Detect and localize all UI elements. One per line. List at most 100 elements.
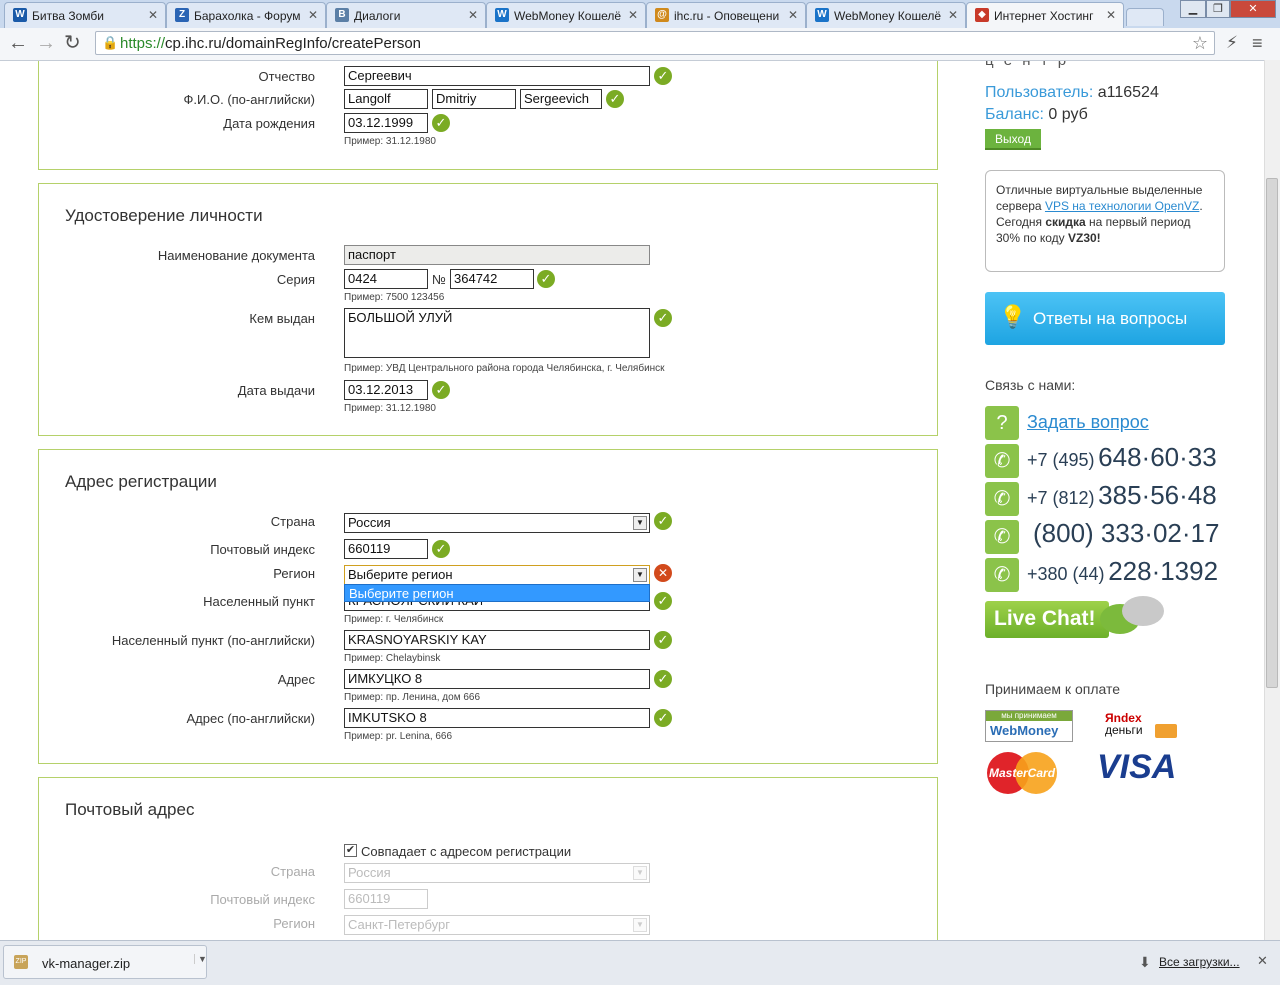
download-arrow-icon: ⬇: [1139, 954, 1151, 970]
promo-bold: скидка: [1045, 215, 1086, 229]
series-input[interactable]: 0424: [344, 269, 428, 289]
tab-strip: W Битва Зомби ✕ Z Барахолка - Форум ✕ В …: [0, 0, 1280, 28]
birth-date-input[interactable]: 03.12.1999: [344, 113, 428, 133]
browser-tab[interactable]: W WebMoney Кошелё ✕: [806, 2, 966, 28]
browser-tab[interactable]: W WebMoney Кошелё ✕: [486, 2, 646, 28]
tab-close-icon[interactable]: ✕: [1106, 8, 1116, 22]
maximize-icon[interactable]: ❐: [1206, 0, 1230, 18]
birth-date-label: Дата рождения: [223, 116, 315, 131]
country-select[interactable]: Россия ▼: [344, 513, 650, 533]
postal-country-label: Страна: [270, 864, 315, 879]
phone-icon: ✆: [985, 520, 1019, 554]
region-select[interactable]: Выберите регион ▼: [344, 565, 650, 585]
z-favicon-icon: Z: [175, 8, 189, 22]
browser-tab[interactable]: @ ihc.ru - Оповещени ✕: [646, 2, 806, 28]
dropdown-arrow-icon: ▼: [633, 516, 647, 530]
number-sign: №: [432, 272, 446, 287]
postal-section-title: Почтовый адрес: [65, 800, 195, 819]
yandex-logo-text: деньги: [1105, 723, 1143, 737]
logout-button[interactable]: Выход: [985, 129, 1041, 150]
valid-check-icon: ✓: [654, 631, 672, 649]
address-hint: Пример: пр. Ленина, дом 666: [344, 692, 481, 703]
valid-check-icon: ✓: [654, 512, 672, 530]
dropdown-arrow-icon: ▼: [633, 918, 647, 932]
faq-button[interactable]: 💡 Ответы на вопросы: [985, 292, 1225, 345]
latin-last-name-input[interactable]: Langolf: [344, 89, 428, 109]
birth-date-hint: Пример: 31.12.1980: [344, 136, 436, 147]
back-icon[interactable]: ←: [8, 32, 28, 54]
browser-tab[interactable]: В Диалоги ✕: [326, 2, 486, 28]
mail-favicon-icon: @: [655, 8, 669, 22]
dropdown-arrow-icon: ▼: [633, 568, 647, 582]
download-item[interactable]: ZIP vk-manager.zip ▼: [3, 945, 207, 979]
tab-close-icon[interactable]: ✕: [308, 8, 318, 22]
address-section-title: Адрес регистрации: [65, 472, 217, 491]
tab-title: Диалоги: [354, 9, 401, 23]
region-label: Регион: [273, 566, 315, 581]
webmoney-logo: мы принимаем WebMoney: [985, 710, 1073, 742]
all-downloads-link[interactable]: Все загрузки...: [1159, 955, 1240, 969]
browser-tab[interactable]: W Битва Зомби ✕: [4, 2, 166, 28]
tab-close-icon[interactable]: ✕: [948, 8, 958, 22]
tab-close-icon[interactable]: ✕: [468, 8, 478, 22]
valid-check-icon: ✓: [432, 540, 450, 558]
address-bar[interactable]: 🔒 https://cp.ihc.ru/domainRegInfo/create…: [95, 31, 1215, 55]
tab-close-icon[interactable]: ✕: [148, 8, 158, 22]
scrollbar-thumb[interactable]: [1266, 178, 1278, 688]
city-en-hint: Пример: Chelaybinsk: [344, 653, 441, 664]
browser-tab-active[interactable]: ◆ Интернет Хостинг ✕: [966, 2, 1124, 28]
mastercard-logo-text: MasterCard: [989, 766, 1056, 780]
extension-icon[interactable]: ⚡: [1226, 32, 1238, 54]
postal-zip-input: 660119: [344, 889, 428, 909]
issued-by-textarea[interactable]: БОЛЬШОЙ УЛУЙ: [344, 308, 650, 358]
issue-date-input[interactable]: 03.12.2013: [344, 380, 428, 400]
close-window-icon[interactable]: ✕: [1230, 0, 1276, 18]
webmoney-favicon-icon: W: [495, 8, 509, 22]
issue-date-hint: Пример: 31.12.1980: [344, 403, 436, 414]
city-en-input[interactable]: KRASNOYARSKIY KAY: [344, 630, 650, 650]
balance-value: 0 руб: [1048, 106, 1088, 123]
phone-icon: ✆: [985, 558, 1019, 592]
menu-icon[interactable]: ≡: [1252, 32, 1263, 54]
address-en-label: Адрес (по-английски): [186, 711, 315, 726]
ask-question-link[interactable]: Задать вопрос: [1027, 412, 1149, 433]
latin-first-name-input[interactable]: Dmitriy: [432, 89, 516, 109]
valid-check-icon: ✓: [537, 270, 555, 288]
region-dropdown-option[interactable]: Выберите регион: [344, 584, 650, 602]
valid-check-icon: ✓: [654, 709, 672, 727]
forward-icon[interactable]: →: [36, 32, 56, 54]
tab-close-icon[interactable]: ✕: [628, 8, 638, 22]
identity-section-title: Удостоверение личности: [65, 206, 263, 225]
live-chat-button[interactable]: Live Chat!: [985, 601, 1109, 638]
chevron-down-icon[interactable]: ▼: [194, 954, 207, 964]
address-input[interactable]: ИМКУЦКО 8: [344, 669, 650, 689]
faq-label: Ответы на вопросы: [1033, 309, 1188, 328]
address-en-input[interactable]: IMKUTSKO 8: [344, 708, 650, 728]
browser-tab[interactable]: Z Барахолка - Форум ✕: [166, 2, 326, 28]
vk-favicon-icon: В: [335, 8, 349, 22]
bookmark-star-icon[interactable]: ☆: [1192, 33, 1208, 54]
document-name-input: паспорт: [344, 245, 650, 265]
series-label: Серия: [276, 272, 315, 287]
close-download-bar-icon[interactable]: ✕: [1257, 953, 1268, 969]
postal-country-value: Россия: [348, 865, 391, 880]
patronymic-input[interactable]: Сергеевич: [344, 66, 650, 86]
issued-by-label: Кем выдан: [249, 311, 315, 326]
postal-region-label: Регион: [273, 916, 315, 931]
same-address-checkbox[interactable]: ✔: [344, 844, 357, 857]
reload-icon[interactable]: ↻: [64, 32, 81, 54]
tab-title: Барахолка - Форум: [194, 9, 301, 23]
tab-close-icon[interactable]: ✕: [788, 8, 798, 22]
minimize-icon[interactable]: ▁: [1180, 0, 1206, 18]
lightbulb-icon: 💡: [999, 304, 1027, 329]
browser-toolbar: ← → ↻ 🔒 https://cp.ihc.ru/domainRegInfo/…: [0, 28, 1280, 61]
new-tab-button[interactable]: [1126, 8, 1164, 26]
document-number-input[interactable]: 364742: [450, 269, 534, 289]
vps-promo-link[interactable]: VPS на технологии OpenVZ: [1045, 199, 1199, 213]
vps-promo-box: Отличные виртуальные выделенные сервера …: [985, 170, 1225, 272]
mastercard-logo: MasterCard: [987, 752, 1057, 794]
latin-middle-name-input[interactable]: Sergeevich: [520, 89, 602, 109]
valid-check-icon: ✓: [432, 381, 450, 399]
dropdown-arrow-icon: ▼: [633, 866, 647, 880]
zip-input[interactable]: 660119: [344, 539, 428, 559]
